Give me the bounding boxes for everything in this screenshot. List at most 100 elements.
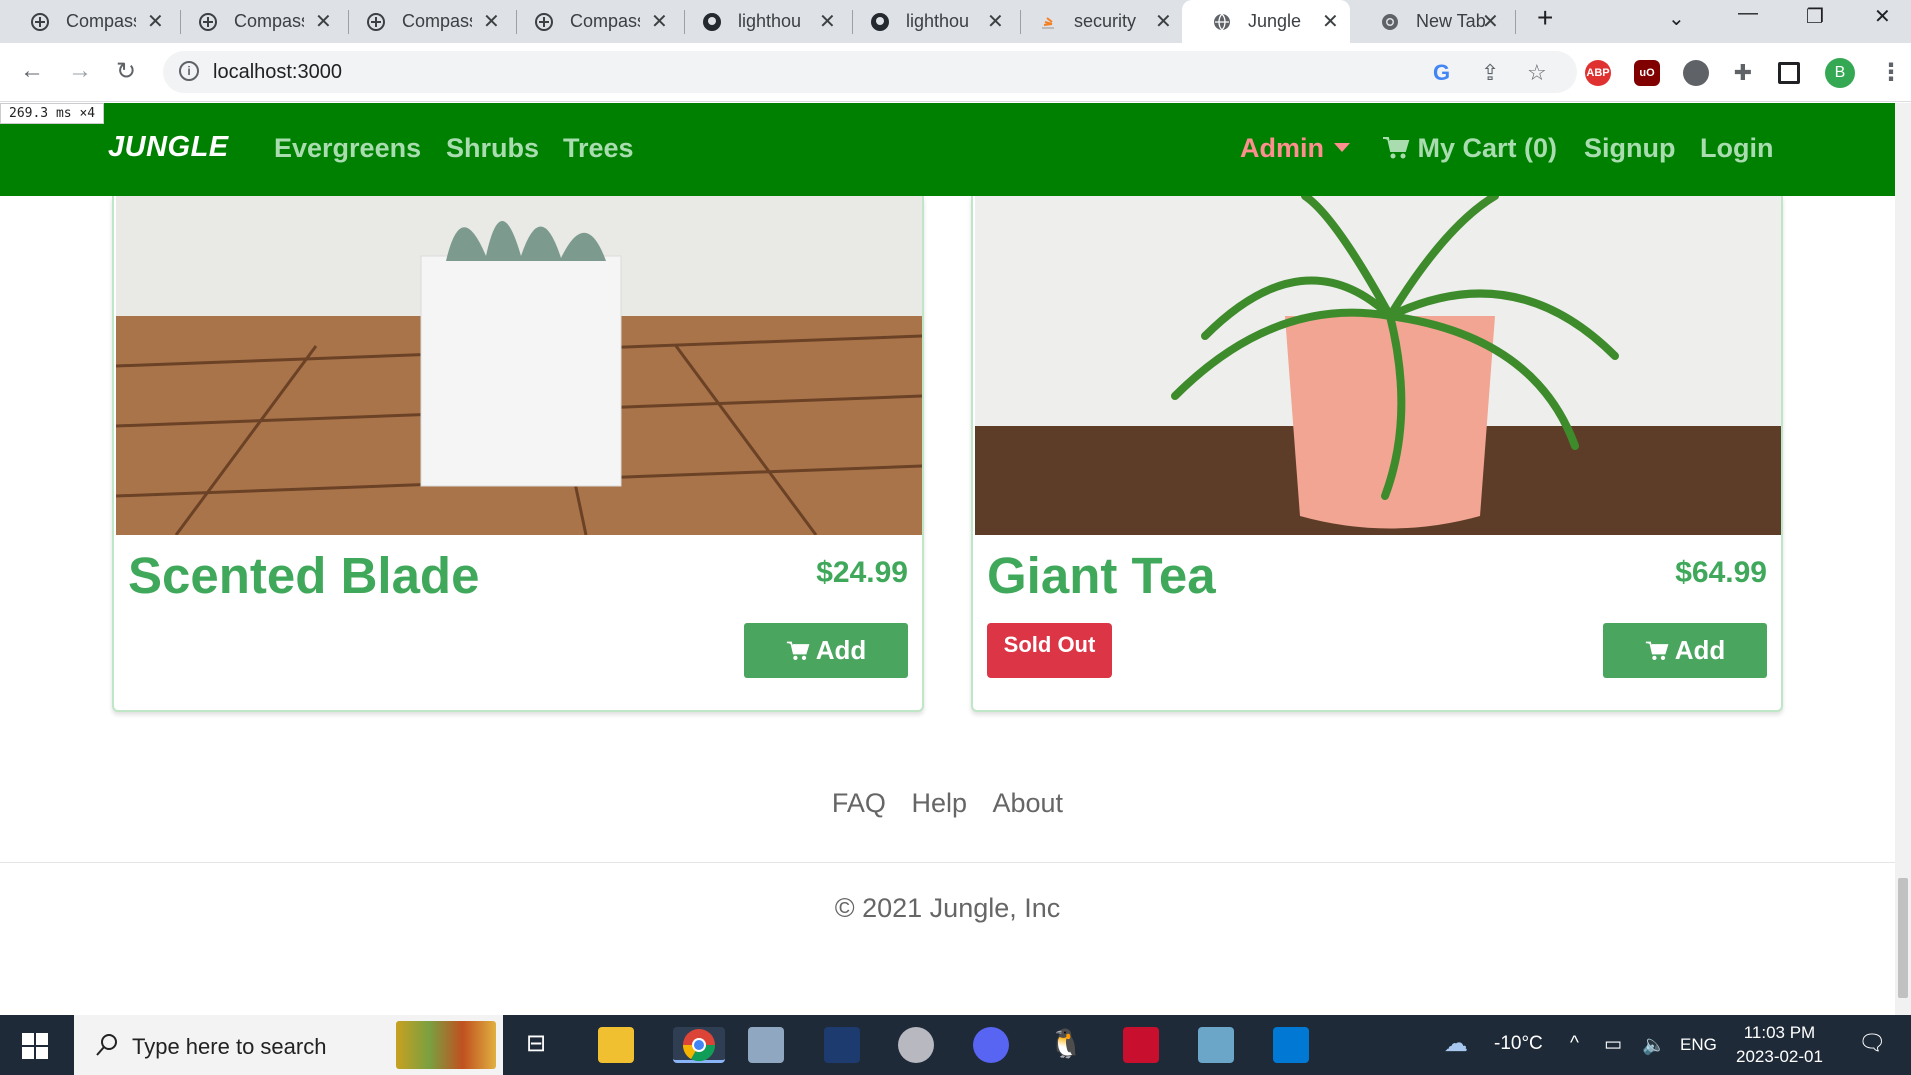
address-bar[interactable]: i localhost:3000 G ⇪ ☆ xyxy=(163,51,1577,93)
acrobat-icon[interactable] xyxy=(1123,1027,1159,1063)
close-tab-icon[interactable]: ✕ xyxy=(147,9,164,34)
volume-icon[interactable]: 🔈 xyxy=(1642,1033,1666,1057)
close-window-icon[interactable]: ✕ xyxy=(1874,4,1891,29)
cart-icon xyxy=(786,641,810,660)
browser-tab[interactable]: security ✕ xyxy=(1008,0,1176,43)
tab-label: Compass xyxy=(402,11,472,31)
close-tab-icon[interactable]: ✕ xyxy=(819,9,836,34)
google-icon[interactable]: G xyxy=(1433,60,1450,86)
browser-tab[interactable]: New Tab ✕ xyxy=(1350,0,1518,43)
close-tab-icon[interactable]: ✕ xyxy=(1155,9,1172,34)
github-icon xyxy=(871,13,889,31)
brand-logo[interactable]: JUNGLE xyxy=(108,131,229,164)
side-panel-icon[interactable] xyxy=(1778,62,1800,84)
browser-tab[interactable]: Compass ✕ xyxy=(336,0,504,43)
ublock-extension-icon[interactable]: uO xyxy=(1634,60,1660,86)
scrollbar-thumb[interactable] xyxy=(1898,878,1908,998)
add-to-cart-button[interactable]: Add xyxy=(744,623,908,678)
reload-icon[interactable]: ↻ xyxy=(116,57,136,86)
tab-search-chevron-icon[interactable]: ⌄ xyxy=(1668,6,1685,31)
puzzle-extensions-icon[interactable]: ✚ xyxy=(1730,60,1756,86)
sold-out-badge: Sold Out xyxy=(987,623,1112,678)
browser-tab[interactable]: Compass ✕ xyxy=(168,0,336,43)
language-indicator[interactable]: ENG xyxy=(1680,1035,1717,1055)
app-icon[interactable] xyxy=(1198,1027,1234,1063)
minimize-icon[interactable]: — xyxy=(1738,2,1758,25)
site-navbar: JUNGLE Evergreens Shrubs Trees Admin My … xyxy=(0,103,1895,196)
copyright-text: © 2021 Jungle, Inc xyxy=(834,893,1061,923)
kebab-menu-icon[interactable]: ⋮ xyxy=(1878,60,1904,86)
profile-avatar[interactable]: B xyxy=(1825,58,1855,88)
linux-penguin-icon[interactable]: 🐧 xyxy=(1048,1027,1084,1063)
nav-link-evergreens[interactable]: Evergreens xyxy=(274,133,421,164)
clock-time: 11:03 PM xyxy=(1743,1023,1816,1042)
app-icon[interactable] xyxy=(748,1027,784,1063)
close-tab-icon[interactable]: ✕ xyxy=(483,9,500,34)
product-image-fern[interactable] xyxy=(975,196,1781,535)
compass-icon xyxy=(367,13,385,31)
search-icon xyxy=(96,1034,117,1056)
app-icon[interactable] xyxy=(898,1027,934,1063)
close-tab-icon[interactable]: ✕ xyxy=(1482,9,1499,34)
page-scrollbar[interactable] xyxy=(1895,103,1911,1015)
restore-icon[interactable]: ❐ xyxy=(1806,4,1824,29)
globe-icon xyxy=(1214,13,1230,31)
tab-label: Compass xyxy=(66,11,136,31)
nav-link-shrubs[interactable]: Shrubs xyxy=(446,133,539,164)
nav-link-login[interactable]: Login xyxy=(1700,133,1773,164)
site-info-icon[interactable]: i xyxy=(179,61,199,81)
taskbar-clock[interactable]: 11:03 PM 2023-02-01 xyxy=(1736,1021,1823,1069)
add-to-cart-button[interactable]: Add xyxy=(1603,623,1767,678)
share-icon[interactable]: ⇪ xyxy=(1481,60,1499,86)
search-placeholder: Type here to search xyxy=(132,1034,327,1059)
task-view-icon[interactable]: ⊟ xyxy=(526,1029,546,1058)
tab-label: security xyxy=(1074,11,1137,31)
product-name[interactable]: Scented Blade xyxy=(128,546,479,605)
product-image-succulent[interactable] xyxy=(116,196,922,535)
add-label: Add xyxy=(1674,635,1726,665)
tray-chevron-icon[interactable]: ^ xyxy=(1570,1033,1579,1055)
file-explorer-icon[interactable] xyxy=(598,1027,634,1063)
chrome-taskbar-icon[interactable] xyxy=(673,1027,725,1063)
discord-icon[interactable] xyxy=(973,1027,1009,1063)
footer-divider xyxy=(0,862,1895,863)
product-price: $24.99 xyxy=(816,556,908,589)
footer-link-about[interactable]: About xyxy=(993,788,1064,818)
close-tab-icon[interactable]: ✕ xyxy=(315,9,332,34)
weather-cloud-icon[interactable]: ☁ xyxy=(1444,1029,1468,1058)
browser-tab[interactable]: lighthou ✕ xyxy=(672,0,840,43)
taskbar-search[interactable]: Type here to search xyxy=(74,1015,503,1075)
forward-icon[interactable]: → xyxy=(68,57,92,85)
browser-tab-active[interactable]: Jungle ✕ xyxy=(1182,0,1350,43)
chrome-icon xyxy=(1382,14,1398,30)
notifications-icon[interactable]: 🗨 xyxy=(1858,1030,1886,1056)
browser-tab[interactable]: lighthou ✕ xyxy=(840,0,1008,43)
weather-temp[interactable]: -10°C xyxy=(1494,1033,1543,1055)
close-tab-icon[interactable]: ✕ xyxy=(651,9,668,34)
extension-icon[interactable] xyxy=(1683,60,1709,86)
app-icon[interactable] xyxy=(824,1027,860,1063)
close-tab-icon[interactable]: ✕ xyxy=(1322,9,1339,34)
cart-link[interactable]: My Cart (0) xyxy=(1382,133,1557,164)
browser-tab[interactable]: Compass ✕ xyxy=(0,0,168,43)
nav-link-trees[interactable]: Trees xyxy=(563,133,634,164)
compass-icon xyxy=(31,13,49,31)
network-icon[interactable]: ▭ xyxy=(1604,1033,1622,1056)
cart-icon xyxy=(1645,641,1669,660)
vscode-icon[interactable] xyxy=(1273,1027,1309,1063)
tab-label: Compass xyxy=(570,11,640,31)
browser-tab[interactable]: Compass ✕ xyxy=(504,0,672,43)
new-tab-icon[interactable]: + xyxy=(1537,2,1553,34)
nav-link-signup[interactable]: Signup xyxy=(1584,133,1675,164)
windows-start-icon[interactable] xyxy=(22,1033,48,1059)
bookmark-star-icon[interactable]: ☆ xyxy=(1527,60,1547,86)
footer-link-help[interactable]: Help xyxy=(911,788,967,818)
adblock-extension-icon[interactable]: ABP xyxy=(1585,60,1611,86)
url-text[interactable]: localhost:3000 xyxy=(213,61,342,84)
close-tab-icon[interactable]: ✕ xyxy=(987,9,1004,34)
browser-tab-bar: Compass ✕ Compass ✕ Compass ✕ Compass ✕ … xyxy=(0,0,1911,43)
back-icon[interactable]: ← xyxy=(20,57,44,85)
admin-dropdown[interactable]: Admin xyxy=(1240,133,1350,164)
footer-link-faq[interactable]: FAQ xyxy=(832,788,886,818)
product-name[interactable]: Giant Tea xyxy=(987,546,1216,605)
